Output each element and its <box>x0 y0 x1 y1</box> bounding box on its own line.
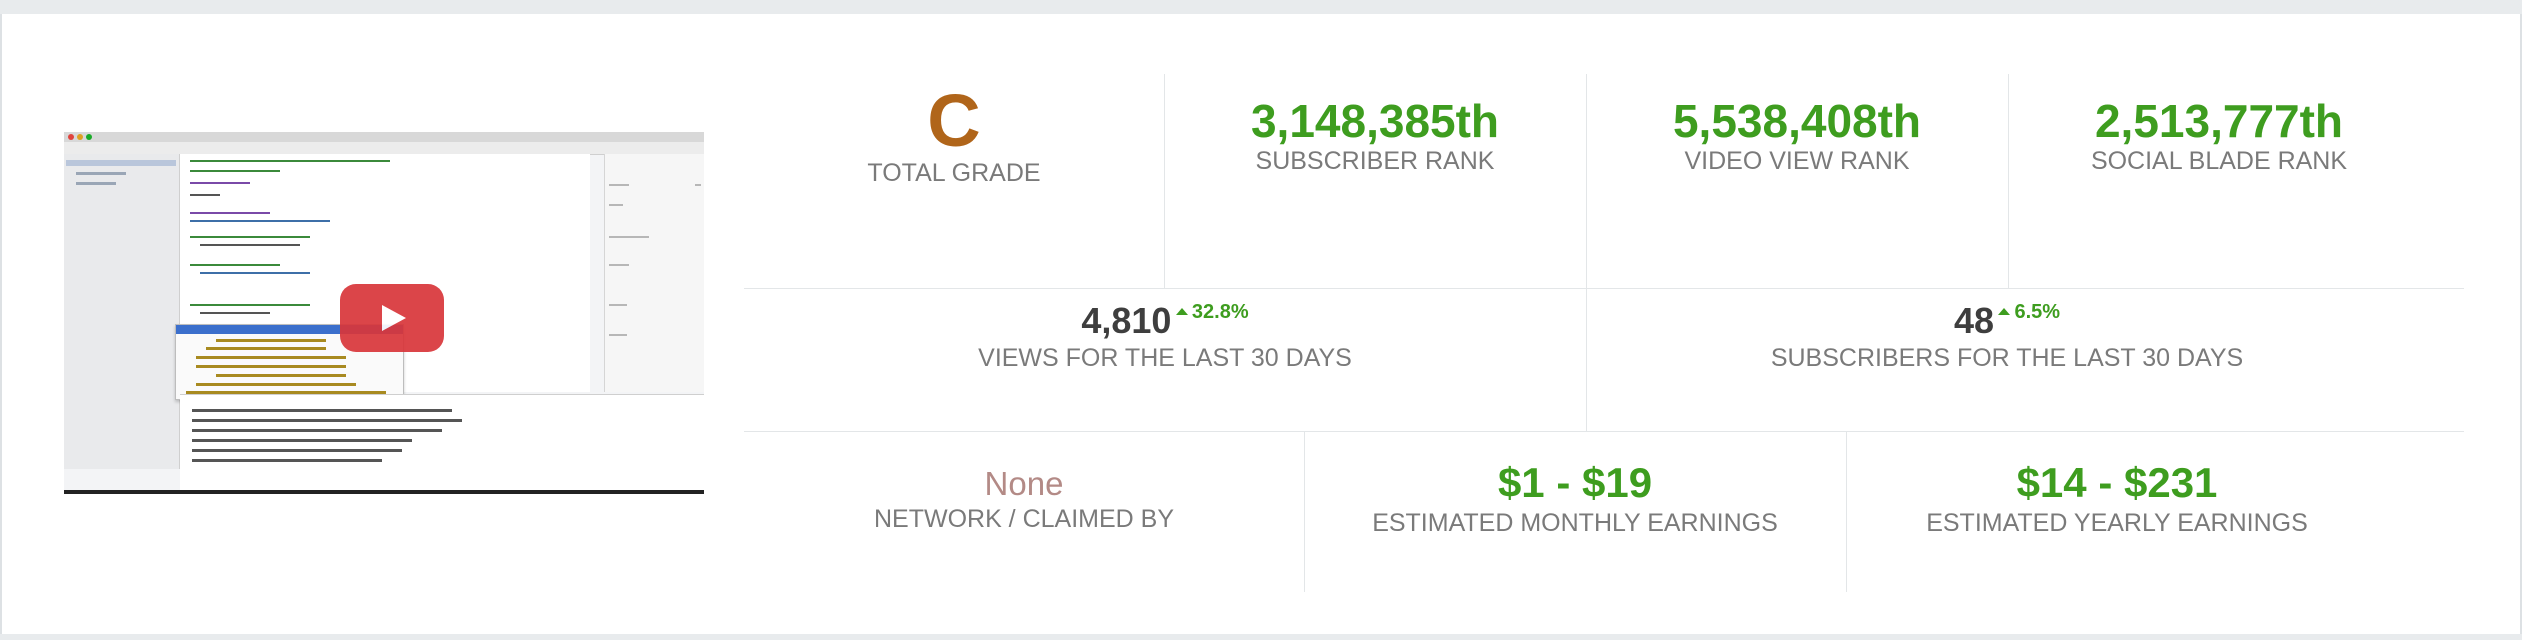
subscriber-rank-label: SUBSCRIBER RANK <box>1255 147 1495 175</box>
network-block: None NETWORK / CLAIMED BY <box>744 464 1304 534</box>
yearly-earnings-value: $14 - $231 <box>2016 459 2218 506</box>
total-grade-block: C TOTAL GRADE <box>744 84 1164 188</box>
subscriber-rank-value: 3,148,385th <box>1250 95 1500 147</box>
subscriber-rank-block: 3,148,385th SUBSCRIBER RANK <box>1164 96 1586 176</box>
network-value: None <box>984 465 1064 502</box>
social-blade-rank-value: 2,513,777th <box>2094 95 2344 147</box>
play-button-icon[interactable] <box>340 284 444 352</box>
subscribers-30-days-line: 48 6.5% <box>1586 299 2428 343</box>
total-grade-value: C <box>927 79 981 162</box>
video-navigator-pane <box>64 154 180 469</box>
monthly-earnings-value: $1 - $19 <box>1497 459 1653 506</box>
views-30-days-block: 4,810 32.8% VIEWS FOR THE LAST 30 DAYS <box>744 299 1586 373</box>
up-arrow-icon <box>1998 308 2011 315</box>
subscribers-30-days-change: 6.5% <box>1998 301 2060 323</box>
video-view-rank-value: 5,538,408th <box>1672 95 1922 147</box>
monthly-earnings-block: $1 - $19 ESTIMATED MONTHLY EARNINGS <box>1304 458 1846 538</box>
network-label: NETWORK / CLAIMED BY <box>873 505 1175 533</box>
up-arrow-icon <box>1175 308 1188 315</box>
divider <box>744 288 2464 289</box>
subscribers-30-days-label: SUBSCRIBERS FOR THE LAST 30 DAYS <box>1770 344 2244 372</box>
yearly-earnings-label: ESTIMATED YEARLY EARNINGS <box>1926 509 2308 537</box>
video-window-titlebar <box>64 132 704 142</box>
views-30-days-label: VIEWS FOR THE LAST 30 DAYS <box>978 344 1352 372</box>
video-view-rank-block: 5,538,408th VIDEO VIEW RANK <box>1586 96 2008 176</box>
video-debug-console <box>180 394 704 490</box>
views-30-days-change-text: 32.8% <box>1191 301 1249 323</box>
views-30-days-value: 4,810 <box>1081 300 1172 341</box>
subscribers-30-days-value: 48 <box>1953 300 1994 341</box>
total-grade-label: TOTAL GRADE <box>867 159 1041 187</box>
video-thumbnail[interactable] <box>64 132 704 494</box>
social-blade-rank-block: 2,513,777th SOCIAL BLADE RANK <box>2008 96 2430 176</box>
views-30-days-line: 4,810 32.8% <box>744 299 1586 343</box>
views-30-days-change: 32.8% <box>1175 301 1249 323</box>
social-blade-rank-label: SOCIAL BLADE RANK <box>2090 147 2348 175</box>
subscribers-30-days-block: 48 6.5% SUBSCRIBERS FOR THE LAST 30 DAYS <box>1586 299 2428 373</box>
divider <box>744 431 2464 432</box>
channel-stats-panel: C TOTAL GRADE 3,148,385th SUBSCRIBER RAN… <box>0 14 2522 634</box>
yearly-earnings-block: $14 - $231 ESTIMATED YEARLY EARNINGS <box>1846 458 2388 538</box>
monthly-earnings-label: ESTIMATED MONTHLY EARNINGS <box>1372 509 1778 537</box>
subscribers-30-days-change-text: 6.5% <box>2014 301 2061 323</box>
video-view-rank-label: VIDEO VIEW RANK <box>1684 147 1910 175</box>
video-results-sidebar <box>604 154 704 392</box>
